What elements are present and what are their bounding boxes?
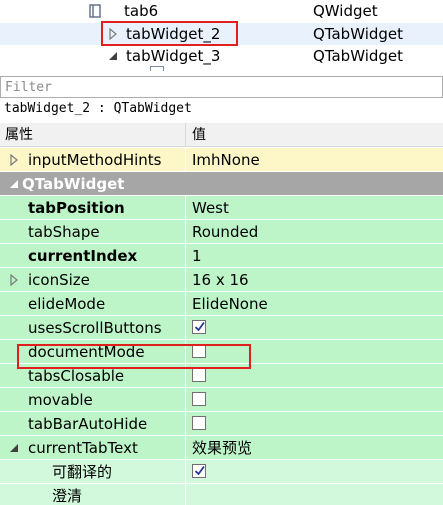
column-separator: [185, 244, 186, 268]
column-separator: [185, 460, 186, 484]
selection-highlight-box: [101, 21, 238, 46]
property-row-usesscrollbuttons[interactable]: usesScrollButtons: [0, 316, 443, 340]
property-row-tabposition[interactable]: tabPosition West: [0, 196, 443, 220]
property-value[interactable]: ImhNone: [192, 150, 260, 170]
filter-input[interactable]: [1, 77, 442, 97]
property-name: elideMode: [28, 295, 106, 313]
property-value[interactable]: 1: [192, 246, 202, 266]
filter-box: [0, 76, 443, 98]
tree-item-class: QTabWidget: [313, 47, 404, 65]
expand-arrow-icon[interactable]: [9, 274, 19, 286]
tree-item-class: QTabWidget: [313, 25, 404, 43]
property-row-currenttabtext[interactable]: currentTabText 效果预览: [0, 436, 443, 460]
value-column-header[interactable]: 值: [192, 125, 206, 145]
column-separator[interactable]: [185, 123, 186, 147]
property-name: currentIndex: [28, 247, 138, 265]
tree-item-name: tab6: [124, 2, 159, 20]
property-row-tabshape[interactable]: tabShape Rounded: [0, 220, 443, 244]
checkmark-icon: [194, 321, 205, 332]
object-tree: tab6 QWidget tabWidget_2 QTabWidget tabW…: [0, 0, 443, 71]
property-value[interactable]: Rounded: [192, 222, 258, 242]
tree-item-class: QWidget: [313, 2, 378, 20]
column-separator: [185, 292, 186, 316]
collapse-arrow-icon[interactable]: [108, 50, 118, 62]
property-name: movable: [28, 391, 93, 409]
property-value[interactable]: 16 x 16: [192, 270, 249, 290]
property-header: 属性 值: [0, 123, 443, 147]
checkbox[interactable]: [192, 464, 206, 478]
property-row-disambiguation[interactable]: 澄清: [0, 484, 443, 505]
property-name: usesScrollButtons: [28, 319, 162, 337]
collapse-arrow-icon[interactable]: [9, 178, 19, 190]
property-column-header[interactable]: 属性: [5, 125, 33, 145]
column-separator: [185, 388, 186, 412]
column-separator: [185, 196, 186, 220]
property-name: tabPosition: [28, 199, 125, 217]
property-name: currentTabText: [28, 439, 138, 457]
property-name: tabBarAutoHide: [28, 415, 148, 433]
checkbox[interactable]: [192, 416, 206, 430]
column-separator: [185, 412, 186, 436]
column-separator: [185, 148, 186, 172]
property-value[interactable]: West: [192, 198, 229, 218]
property-row-translatable[interactable]: 可翻译的: [0, 460, 443, 484]
column-separator: [185, 268, 186, 292]
tree-item-name: tabWidget_3: [126, 47, 221, 65]
object-caption: tabWidget_2 : QTabWidget: [4, 101, 192, 116]
property-row-iconsize[interactable]: iconSize 16 x 16: [0, 268, 443, 292]
property-name: tabsClosable: [28, 367, 125, 385]
property-row-movable[interactable]: movable: [0, 388, 443, 412]
property-name: inputMethodHints: [28, 151, 162, 169]
property-group-qtabwidget[interactable]: QTabWidget: [0, 172, 443, 196]
tree-row-tabwidget-3[interactable]: tabWidget_3 QTabWidget: [0, 45, 443, 67]
property-value[interactable]: 效果预览: [192, 438, 252, 458]
column-separator: [185, 484, 186, 505]
property-row-currentindex[interactable]: currentIndex 1: [0, 244, 443, 268]
tree-row-tab6[interactable]: tab6 QWidget: [0, 0, 443, 22]
property-name: iconSize: [28, 271, 90, 289]
checkbox[interactable]: [192, 368, 206, 382]
checkmark-icon: [194, 465, 205, 476]
column-separator: [185, 220, 186, 244]
column-separator: [185, 436, 186, 460]
partial-item-icon: [150, 66, 164, 71]
property-list: inputMethodHints ImhNone QTabWidget tabP…: [0, 148, 443, 505]
property-row-tabbarautohide[interactable]: tabBarAutoHide: [0, 412, 443, 436]
property-row-inputmethodhints[interactable]: inputMethodHints ImhNone: [0, 148, 443, 172]
property-row-elidemode[interactable]: elideMode ElideNone: [0, 292, 443, 316]
property-name: 可翻译的: [52, 463, 113, 481]
tabposition-highlight-box: [17, 344, 251, 369]
column-separator: [185, 316, 186, 340]
property-name: tabShape: [28, 223, 100, 241]
checkbox[interactable]: [192, 320, 206, 334]
group-name: QTabWidget: [22, 175, 125, 193]
checkbox[interactable]: [192, 392, 206, 406]
property-value[interactable]: ElideNone: [192, 294, 268, 314]
collapse-arrow-icon[interactable]: [9, 442, 19, 454]
expand-arrow-icon[interactable]: [9, 154, 19, 166]
folder-icon: [89, 4, 101, 18]
property-name: 澄清: [52, 487, 83, 505]
